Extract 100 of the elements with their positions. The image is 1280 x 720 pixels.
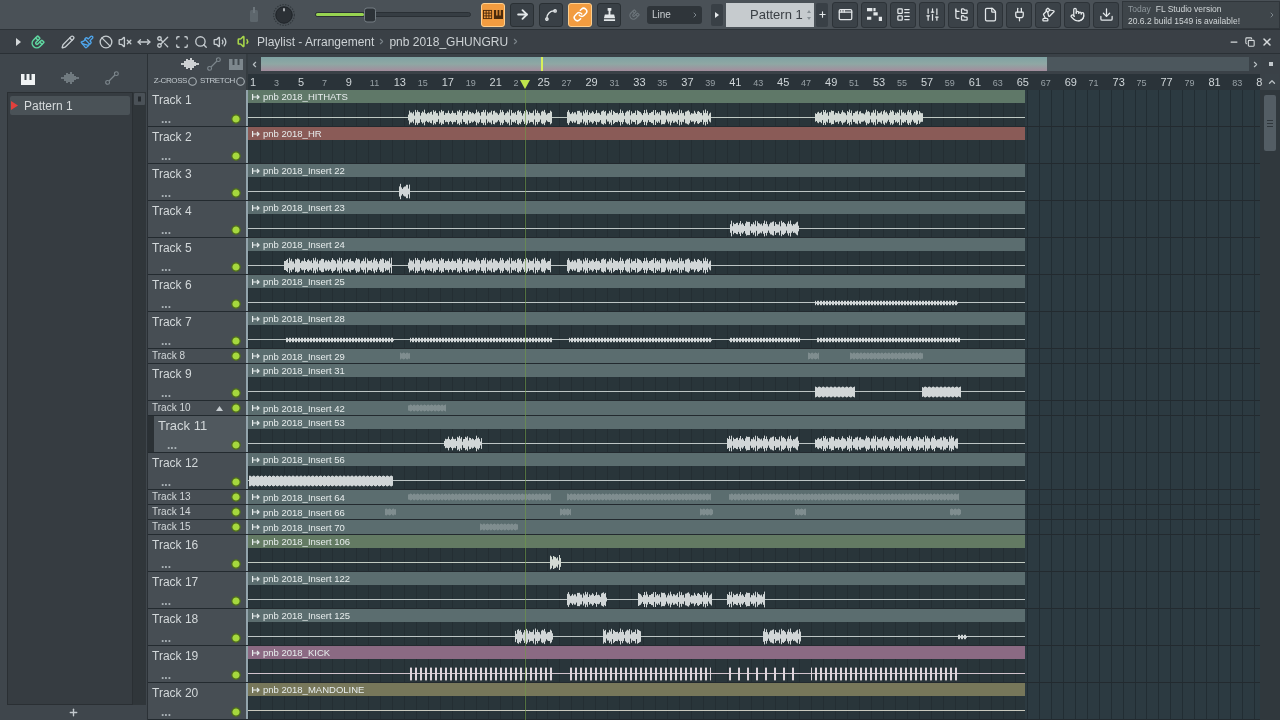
track-led[interactable] (231, 336, 241, 346)
track-header[interactable]: Track 19 ... (148, 646, 246, 682)
audio-clip[interactable]: pnb 2018_MANDOLINE (248, 683, 1025, 719)
chevron-right-icon[interactable] (1268, 10, 1276, 19)
prohibit-icon[interactable] (98, 34, 113, 49)
triangle-icon[interactable] (216, 405, 223, 411)
zoom-icon[interactable] (193, 34, 208, 49)
track-led[interactable] (231, 596, 241, 606)
audio-clip[interactable]: pnb 2018_HITHATS (248, 90, 1025, 126)
track-header[interactable]: Track 7 ... (148, 312, 246, 348)
overview-strip[interactable] (261, 57, 1249, 71)
toolbar-button[interactable] (1064, 1, 1090, 28)
track-menu-dots[interactable]: ... (161, 114, 171, 124)
track-header[interactable]: Track 16 ... (148, 535, 246, 571)
pattern-item[interactable]: Pattern 1 (10, 96, 130, 115)
track-led[interactable] (231, 188, 241, 198)
track-menu-dots[interactable]: ... (161, 299, 171, 309)
track-led[interactable] (231, 388, 241, 398)
track-led[interactable] (231, 114, 241, 124)
track-led[interactable] (231, 477, 241, 487)
pattern-arrow-button[interactable] (711, 3, 723, 26)
mute-icon[interactable] (117, 34, 132, 49)
track-header[interactable]: Track 3 ... (148, 164, 246, 200)
track-menu-dots[interactable]: ... (161, 670, 171, 680)
track-header[interactable]: Track 20 ... (148, 683, 246, 719)
track-led[interactable] (231, 707, 241, 717)
track-menu-dots[interactable]: ... (161, 477, 171, 487)
track-menu-dots[interactable]: ... (161, 388, 171, 398)
track-header[interactable]: Track 8 (148, 349, 246, 363)
toolbar-button[interactable] (977, 1, 1003, 28)
magnet-icon[interactable] (31, 34, 45, 49)
track-led[interactable] (231, 225, 241, 235)
track-led[interactable] (231, 633, 241, 643)
track-led[interactable] (231, 299, 241, 309)
timeline-ruler[interactable]: 1 3 5 7 9 11 13 15 17 19 21 2 25 27 29 31 33 35 37 39 41 43 45 47 49 51 53 55 57 59 61 63 65 67 69 71 73 75 77 79 81 83 8 (248, 74, 1260, 90)
track-menu-dots[interactable]: ... (161, 188, 171, 198)
vertical-scrollbar[interactable] (1260, 90, 1280, 720)
audio-clip[interactable]: pnb 2018_KICK (248, 646, 1025, 682)
track-menu-dots[interactable]: ... (167, 440, 177, 450)
track-header[interactable]: Track 14 (148, 505, 246, 519)
audio-clip[interactable]: pnb 2018_HR (248, 127, 1025, 163)
track-menu-dots[interactable]: ... (161, 596, 171, 606)
audio-clip[interactable]: pnb 2018_Insert 53 (248, 416, 1025, 452)
close-icon[interactable] (1261, 35, 1273, 48)
stamp-button[interactable] (597, 2, 621, 27)
track-led[interactable] (231, 559, 241, 569)
toolbar-button[interactable] (919, 1, 945, 28)
pencil-icon[interactable] (60, 34, 75, 49)
track-led[interactable] (231, 262, 241, 272)
track-led[interactable] (231, 151, 241, 161)
track-header[interactable]: Track 9 ... (148, 364, 246, 400)
add-icon[interactable] (68, 707, 79, 718)
piano-icon[interactable] (21, 74, 35, 85)
audio-clip[interactable]: pnb 2018_Insert 28 (248, 312, 1025, 348)
track-header[interactable]: Track 2 ... (148, 127, 246, 163)
toolbar-button[interactable] (1035, 1, 1061, 28)
track-header[interactable]: Track 4 ... (148, 201, 246, 237)
scissors-icon[interactable] (155, 34, 170, 49)
add-pattern-button[interactable] (816, 2, 828, 27)
track-menu-dots[interactable]: ... (161, 707, 171, 717)
track-header[interactable]: Track 13 (148, 490, 246, 504)
track-header[interactable]: Track 17 ... (148, 572, 246, 608)
audio-clip[interactable]: pnb 2018_Insert 24 (248, 238, 1025, 274)
toolbar-button[interactable] (948, 1, 974, 28)
pattern-selector[interactable]: Pattern 1 (726, 2, 814, 27)
toolbar-button[interactable] (1006, 1, 1032, 28)
restore-icon[interactable] (1245, 36, 1255, 47)
track-menu-dots[interactable]: ... (161, 559, 171, 569)
audio-clip[interactable]: pnb 2018_Insert 66 (248, 505, 1025, 519)
connected-dots-icon[interactable] (105, 71, 119, 85)
checkbox[interactable] (236, 76, 245, 86)
track-header[interactable]: Track 10 (148, 401, 246, 415)
list-scrollbar[interactable] (133, 92, 146, 705)
link-button[interactable] (568, 2, 592, 27)
select-frame-icon[interactable] (174, 34, 189, 49)
arrow-button[interactable] (510, 2, 534, 27)
track-led[interactable] (231, 440, 241, 450)
pattern-song-button[interactable] (481, 2, 505, 27)
track-menu-dots[interactable]: ... (161, 262, 171, 272)
toolbar-button[interactable] (1093, 1, 1119, 28)
track-header[interactable]: Track 11 ... (148, 416, 246, 452)
track-led[interactable] (231, 670, 241, 680)
audio-clip[interactable]: pnb 2018_Insert 106 (248, 535, 1025, 571)
audio-clip[interactable]: pnb 2018_Insert 31 (248, 364, 1025, 400)
audio-clip[interactable]: pnb 2018_Insert 23 (248, 201, 1025, 237)
track-header[interactable]: Track 15 (148, 520, 246, 534)
track-header[interactable]: Track 12 ... (148, 453, 246, 489)
track-menu-dots[interactable]: ... (161, 225, 171, 235)
audio-clip[interactable]: pnb 2018_Insert 122 (248, 572, 1025, 608)
scroll-thumb[interactable] (1264, 95, 1276, 151)
track-header[interactable]: Track 18 ... (148, 609, 246, 645)
audio-clip[interactable]: pnb 2018_Insert 29 (248, 349, 1025, 363)
toolbar-button[interactable] (832, 1, 858, 28)
track-menu-dots[interactable]: ... (161, 151, 171, 161)
track-header[interactable]: Track 6 ... (148, 275, 246, 311)
audio-clip[interactable]: pnb 2018_Insert 25 (248, 275, 1025, 311)
audio-clip[interactable]: pnb 2018_Insert 42 (248, 401, 1025, 415)
audio-clip[interactable]: pnb 2018_Insert 56 (248, 453, 1025, 489)
track-menu-dots[interactable]: ... (161, 336, 171, 346)
brush-icon[interactable] (79, 34, 94, 49)
